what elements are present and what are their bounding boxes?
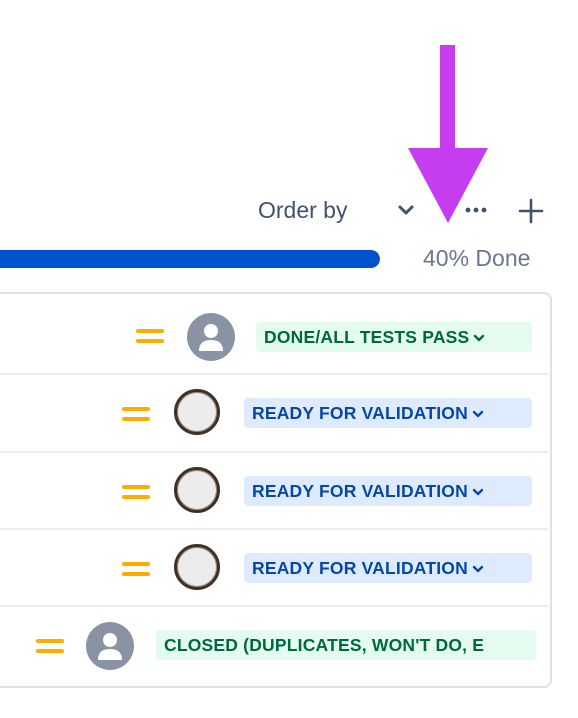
- chevron-down-icon: [474, 335, 485, 342]
- unassigned-avatar-icon[interactable]: [187, 313, 235, 361]
- list-item[interactable]: CLOSED (DUPLICATES, WON'T DO, E: [0, 608, 550, 684]
- assignee-avatar[interactable]: [174, 467, 220, 513]
- chevron-down-icon[interactable]: [396, 200, 416, 220]
- status-label: CLOSED (DUPLICATES, WON'T DO, E: [164, 635, 485, 655]
- more-options-button[interactable]: [460, 197, 492, 223]
- status-label: READY FOR VALIDATION: [252, 558, 468, 578]
- assignee-avatar[interactable]: [174, 544, 220, 590]
- status-label: READY FOR VALIDATION: [252, 481, 468, 501]
- plus-icon: [518, 198, 544, 224]
- status-dropdown[interactable]: READY FOR VALIDATION: [244, 398, 532, 428]
- priority-medium-icon[interactable]: [36, 636, 64, 656]
- priority-medium-icon[interactable]: [122, 404, 150, 424]
- status-label: DONE/ALL TESTS PASS: [264, 327, 470, 347]
- priority-medium-icon[interactable]: [122, 482, 150, 502]
- add-issue-button[interactable]: [516, 196, 546, 226]
- issue-list: DONE/ALL TESTS PASS READY FOR VALIDATION…: [0, 292, 552, 688]
- progress-fill: [0, 250, 380, 268]
- status-dropdown[interactable]: DONE/ALL TESTS PASS: [256, 322, 532, 352]
- chevron-down-icon: [472, 411, 484, 418]
- chevron-down-icon: [472, 566, 484, 573]
- status-dropdown[interactable]: READY FOR VALIDATION: [244, 476, 532, 506]
- list-item[interactable]: READY FOR VALIDATION: [0, 454, 550, 530]
- status-dropdown[interactable]: READY FOR VALIDATION: [244, 553, 532, 583]
- unassigned-avatar-icon[interactable]: [86, 622, 134, 670]
- status-dropdown[interactable]: CLOSED (DUPLICATES, WON'T DO, E: [156, 630, 536, 660]
- progress-label: 40% Done: [423, 245, 531, 271]
- progress-bar: [0, 250, 380, 268]
- order-by-label[interactable]: Order by: [258, 195, 347, 225]
- status-label: READY FOR VALIDATION: [252, 403, 468, 423]
- chevron-down-icon: [472, 489, 484, 496]
- list-item[interactable]: DONE/ALL TESTS PASS: [0, 298, 550, 374]
- priority-medium-icon[interactable]: [136, 326, 164, 346]
- assignee-avatar[interactable]: [174, 389, 220, 435]
- priority-medium-icon[interactable]: [122, 559, 150, 579]
- list-item[interactable]: READY FOR VALIDATION: [0, 376, 550, 452]
- list-item[interactable]: READY FOR VALIDATION: [0, 531, 550, 607]
- more-horizontal-icon: [465, 207, 487, 213]
